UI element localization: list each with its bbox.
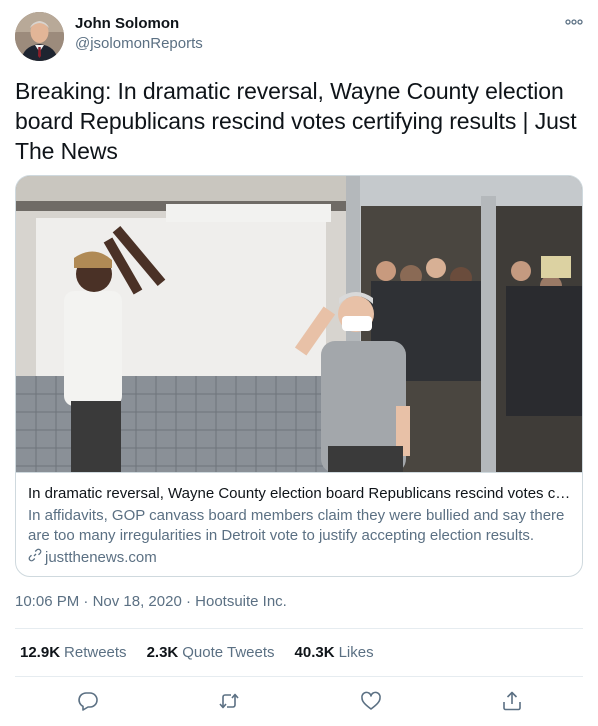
link-icon [28, 548, 45, 568]
avatar-image [15, 12, 64, 61]
retweets-count: 12.9K [20, 644, 61, 661]
tweet-stats: 12.9K Retweets 2.3K Quote Tweets 40.3K Like… [20, 644, 374, 661]
share-icon[interactable] [499, 688, 525, 714]
quote-tweets-count: 2.3K [146, 644, 179, 661]
tweet-actions [0, 688, 598, 718]
likes-count: 40.3K [294, 644, 335, 661]
reply-icon[interactable] [75, 688, 101, 714]
card-description: In affidavits, GOP canvass board members… [28, 507, 565, 544]
tweet-source[interactable]: Hootsuite Inc. [195, 593, 287, 610]
quote-tweets-stat[interactable]: 2.3K Quote Tweets [147, 644, 275, 661]
avatar[interactable] [15, 12, 64, 61]
likes-label: Likes [338, 644, 374, 661]
tweet: John Solomon @jsolomonReports Breaking: … [0, 0, 598, 726]
tweet-meta: 10:06 PM · Nov 18, 2020 · Hootsuite Inc. [15, 593, 287, 610]
retweet-icon[interactable] [216, 688, 242, 714]
card-domain-row[interactable]: justthenews.com [28, 548, 572, 568]
author-name[interactable]: John Solomon [75, 15, 179, 32]
link-card[interactable]: In dramatic reversal, Wayne County elect… [15, 175, 583, 577]
card-image[interactable] [16, 176, 582, 473]
meta-separator: · [185, 593, 191, 610]
card-body: In dramatic reversal, Wayne County elect… [16, 473, 582, 568]
tweet-time[interactable]: 10:06 PM [15, 593, 79, 610]
divider [15, 628, 583, 629]
retweets-label: Retweets [64, 644, 127, 661]
retweets-stat[interactable]: 12.9K Retweets [20, 644, 127, 661]
quote-tweets-label: Quote Tweets [182, 644, 275, 661]
tweet-text: Breaking: In dramatic reversal, Wayne Co… [15, 78, 577, 164]
likes-stat[interactable]: 40.3K Likes [295, 644, 374, 661]
card-title[interactable]: In dramatic reversal, Wayne County elect… [28, 484, 573, 504]
card-domain: justthenews.com [45, 549, 157, 566]
tweet-date[interactable]: Nov 18, 2020 [93, 593, 182, 610]
author-handle[interactable]: @jsolomonReports [75, 35, 203, 52]
like-icon[interactable] [358, 688, 384, 714]
more-icon[interactable] [564, 14, 584, 30]
divider [15, 676, 583, 677]
meta-separator: · [83, 593, 89, 610]
